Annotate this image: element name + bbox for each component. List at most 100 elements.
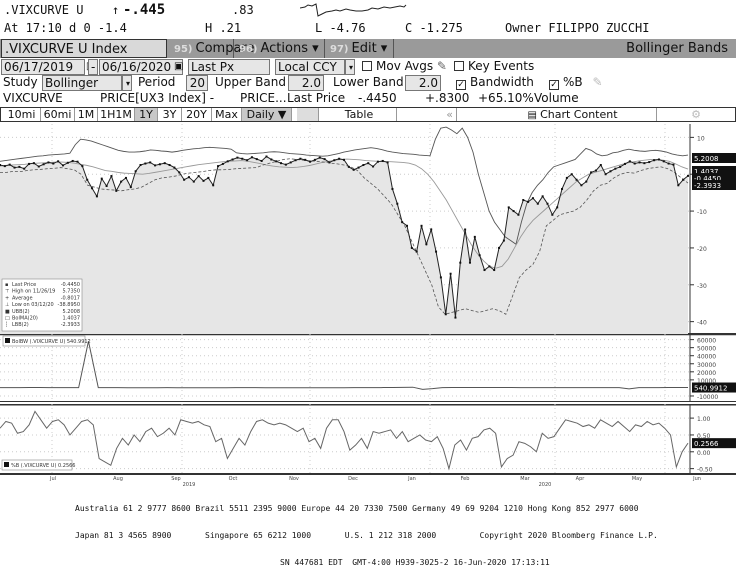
price-point [561,187,564,190]
price-point [604,173,607,176]
legend-label: UBB(2) [12,309,30,315]
legend-label: Low on 03/12/20 [12,302,54,308]
lower-band-label: Lower Band [333,75,404,89]
compare-button[interactable]: 95) Compare [170,39,254,58]
price-point [343,158,345,161]
price-point [590,171,593,174]
price-point [338,157,341,160]
legend: ▪ Last Price -0.4450 ⊤ High on 11/26/19 5.735… [1,278,83,332]
price-point [163,162,166,165]
quote-header: .VIXCURVE U ↑ -.445 .83 At 17:10 d 0 -1.… [0,0,736,38]
price-point [459,261,462,264]
lower-band-input[interactable]: 2.0 [405,75,441,91]
price-point [638,161,641,164]
price-point [333,159,336,162]
pctb-panel[interactable]: 1.000.500.00-0.500.2566%B (.VIXCURVE U) … [0,404,736,486]
price-point [478,254,481,257]
pencil-icon[interactable]: ✎ [592,75,602,89]
price-point [662,160,665,163]
x-tick-label: Jan [407,476,416,482]
price-field-select[interactable]: Last Px [188,59,270,75]
price-point [648,161,651,164]
price-point [105,185,108,188]
pencil-icon[interactable]: ✎ [437,59,447,73]
chevron-down-icon[interactable]: ▾ [345,59,355,75]
pctb-last-label: 0.2566 [694,440,719,448]
legend-value: 5.7350 [63,289,81,295]
tab-1m[interactable]: 1M [75,108,98,121]
study-label: Study [3,75,38,89]
tab-20y[interactable]: 20Y [182,108,212,121]
tab-1y[interactable]: 1Y [135,108,158,121]
gear-icon[interactable]: ⚙ [657,108,735,121]
range-row: 06/17/2019 ▣ - 06/16/2020 ▣ Last Px Loca… [0,59,736,75]
price-point [139,164,142,167]
table-button[interactable]: Table [322,108,397,121]
price-point [173,166,176,169]
tab-3y[interactable]: 3Y [158,108,182,121]
period-input[interactable]: 20 [186,75,208,91]
legend-swatch [4,462,9,467]
start-date-field[interactable]: 06/17/2019 [1,59,85,75]
blank-tab[interactable] [297,108,319,121]
price-point [570,173,573,176]
actions-menu[interactable]: 96) Actions ▾ [235,39,325,58]
price-point [493,269,496,272]
collapse-button[interactable]: « [397,108,457,121]
price-point [594,169,597,172]
mov-avgs-checkbox[interactable]: Mov Avgs ✎ [362,59,447,75]
edit-menu[interactable]: 97) Edit ▾ [326,39,394,58]
price-point [246,159,249,162]
price-point [168,164,171,167]
price-point [236,156,239,159]
pctb-label: %B [563,75,583,89]
price-point [280,162,283,165]
footer-line3: SN 447681 EDT GMT-4:00 H939-3025-2 16-Ju… [280,558,550,567]
price-point [347,165,350,168]
price-point [483,269,486,272]
price-point [687,174,689,177]
price-point [120,180,123,183]
bandwidth-panel[interactable]: 600005000040000300002000010000-10000540.… [0,334,736,402]
chart-content-button[interactable]: ▤ Chart Content [489,108,657,121]
legend-label: Average [12,295,33,301]
price-point [284,163,287,166]
upper-band-label: Upper Band [215,75,286,89]
price-point [241,157,244,160]
price-point [260,159,263,162]
key-events-checkbox[interactable]: Key Events [454,59,534,75]
study-select[interactable]: Bollinger [42,75,122,91]
tab-max[interactable]: Max [212,108,242,121]
upper-band-input[interactable]: 2.0 [288,75,324,91]
x-tick-label: Sep [171,476,180,482]
price-point [386,161,389,164]
tab-60mi[interactable]: 60mi [41,108,75,121]
calendar-icon[interactable]: ▣ [174,59,184,75]
price-point [18,165,21,168]
price-point [275,160,278,163]
price-point [585,180,588,183]
tab-10mi[interactable]: 10mi [3,108,41,121]
chevron-down-icon[interactable]: ▾ [122,75,132,91]
legend-value: -2.3933 [61,322,80,328]
date-separator: - [88,59,98,75]
bollinger-panel[interactable]: 100-10-20-30-405.20081.4037-0.4450-2.393… [0,124,736,334]
frequency-select[interactable]: Daily ▼ [242,108,292,121]
tab-1h1m[interactable]: 1H1M [98,108,135,121]
bandwidth-checkbox[interactable]: ✓ Bandwidth [456,75,534,91]
end-date-field[interactable]: 06/16/2020 [99,59,183,75]
pct-change-value: +65.10% [478,91,534,105]
price-point [614,167,617,170]
price-point [551,213,554,216]
legend-value: -0.4450 [61,282,80,288]
price-point [134,170,137,173]
pctb-checkbox[interactable]: ✓ %B ✎ [549,75,603,91]
period-tabs: 10mi 60mi 1M 1H1M 1Y 3Y 20Y Max Daily ▼ … [0,107,736,122]
price-point [682,178,685,181]
price-point [653,159,656,162]
price-point [565,176,568,179]
main-toolbar: .VIXCURVE U Index 95) Compare 96) Actions … [0,39,736,58]
price-point [95,195,98,198]
security-field[interactable]: .VIXCURVE U Index [1,39,167,58]
currency-select[interactable]: Local CCY [275,59,345,75]
